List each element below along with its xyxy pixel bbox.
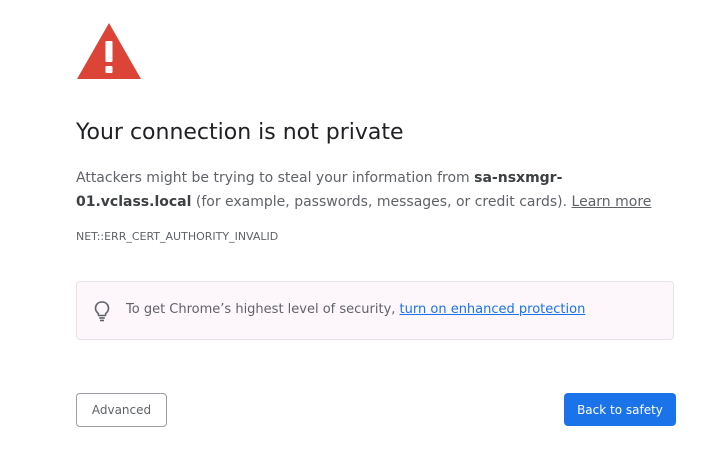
message-text-before: Attackers might be trying to steal your … [76,170,475,186]
warning-triangle-icon [77,23,141,79]
enhanced-protection-banner: To get Chrome’s highest level of securit… [76,281,674,340]
page-title: Your connection is not private [76,120,404,145]
back-to-safety-button[interactable]: Back to safety [564,393,676,426]
advanced-button[interactable]: Advanced [76,393,167,427]
error-message: Attackers might be trying to steal your … [76,166,676,214]
learn-more-link[interactable]: Learn more [572,194,652,210]
message-text-after: (for example, passwords, messages, or cr… [191,194,572,210]
enhanced-protection-message: To get Chrome’s highest level of securit… [126,302,400,317]
enhanced-protection-text: To get Chrome’s highest level of securit… [126,302,585,317]
lightbulb-icon [94,301,110,322]
privacy-error-page: Your connection is not private Attackers… [0,0,728,467]
enhanced-protection-link[interactable]: turn on enhanced protection [400,302,586,317]
error-code: NET::ERR_CERT_AUTHORITY_INVALID [76,230,279,243]
